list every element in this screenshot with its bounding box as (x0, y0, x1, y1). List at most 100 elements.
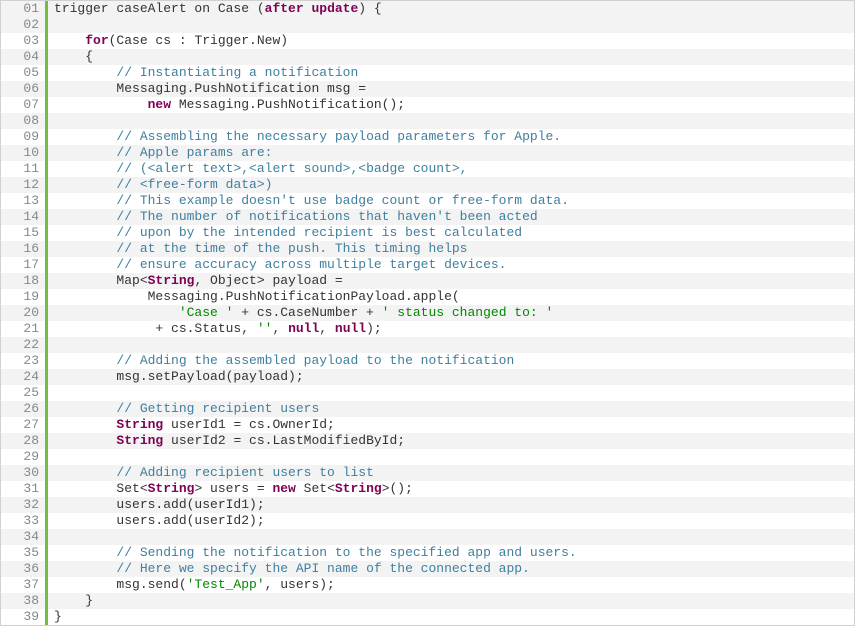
code-line: 38 } (1, 593, 854, 609)
token-kw: null (288, 321, 319, 336)
token-st: '' (257, 321, 273, 336)
line-number: 34 (1, 529, 45, 545)
code-content: + cs.Status, '', null, null); (48, 321, 854, 337)
token-pl: { (54, 49, 93, 64)
token-cm: // Getting recipient users (116, 401, 319, 416)
token-cm: // Adding recipient users to list (116, 465, 373, 480)
code-content: // upon by the intended recipient is bes… (48, 225, 854, 241)
code-content: Set<String> users = new Set<String>(); (48, 481, 854, 497)
token-pl: , (319, 321, 335, 336)
code-line: 02 (1, 17, 854, 33)
code-content: trigger caseAlert on Case (after update)… (48, 1, 854, 17)
code-line: 37 msg.send('Test_App', users); (1, 577, 854, 593)
token-pl: userId1 = cs.OwnerId; (163, 417, 335, 432)
code-content: { (48, 49, 854, 65)
code-content: // Assembling the necessary payload para… (48, 129, 854, 145)
token-pl: msg.setPayload(payload); (54, 369, 304, 384)
line-number: 01 (1, 1, 45, 17)
line-number: 31 (1, 481, 45, 497)
code-content (48, 529, 854, 545)
code-line: 09 // Assembling the necessary payload p… (1, 129, 854, 145)
token-pl (54, 465, 116, 480)
token-pl: Messaging.PushNotification msg = (54, 81, 366, 96)
code-line: 20 'Case ' + cs.CaseNumber + ' status ch… (1, 305, 854, 321)
code-line: 15 // upon by the intended recipient is … (1, 225, 854, 241)
token-kw: String (116, 433, 163, 448)
code-content: // Here we specify the API name of the c… (48, 561, 854, 577)
code-content (48, 113, 854, 129)
token-pl: >(); (382, 481, 413, 496)
token-pl (54, 545, 116, 560)
code-content: // <free-form data>) (48, 177, 854, 193)
line-number: 39 (1, 609, 45, 625)
token-pl (54, 177, 116, 192)
token-pl: users.add(userId2); (54, 513, 265, 528)
token-kw: new (272, 481, 295, 496)
code-line: 34 (1, 529, 854, 545)
token-pl (54, 417, 116, 432)
token-kw: null (335, 321, 366, 336)
token-kw: String (335, 481, 382, 496)
line-number: 21 (1, 321, 45, 337)
line-number: 29 (1, 449, 45, 465)
code-line: 36 // Here we specify the API name of th… (1, 561, 854, 577)
code-line: 04 { (1, 49, 854, 65)
line-number: 09 (1, 129, 45, 145)
line-number: 14 (1, 209, 45, 225)
code-line: 22 (1, 337, 854, 353)
code-content (48, 385, 854, 401)
token-pl (54, 561, 116, 576)
token-pl: , users); (265, 577, 335, 592)
token-st: 'Test_App' (187, 577, 265, 592)
token-kw: for (85, 33, 108, 48)
token-kw: after (265, 1, 304, 16)
token-cm: // (<alert text>,<alert sound>,<badge co… (116, 161, 467, 176)
line-number: 36 (1, 561, 45, 577)
code-line: 26 // Getting recipient users (1, 401, 854, 417)
line-number: 03 (1, 33, 45, 49)
line-number: 15 (1, 225, 45, 241)
code-line: 03 for(Case cs : Trigger.New) (1, 33, 854, 49)
token-cm: // Instantiating a notification (116, 65, 358, 80)
token-pl (54, 33, 85, 48)
code-content: // Sending the notification to the speci… (48, 545, 854, 561)
code-content: // at the time of the push. This timing … (48, 241, 854, 257)
token-kw: new (148, 97, 171, 112)
line-number: 04 (1, 49, 45, 65)
token-pl (54, 145, 116, 160)
token-cm: // Assembling the necessary payload para… (116, 129, 561, 144)
token-cm: // ensure accuracy across multiple targe… (116, 257, 506, 272)
token-pl (54, 433, 116, 448)
token-pl: (Case cs : Trigger.New) (109, 33, 288, 48)
code-content: new Messaging.PushNotification(); (48, 97, 854, 113)
code-content: // Instantiating a notification (48, 65, 854, 81)
token-pl (54, 129, 116, 144)
token-pl (54, 353, 116, 368)
token-pl: ) { (358, 1, 381, 16)
line-number: 20 (1, 305, 45, 321)
code-line: 14 // The number of notifications that h… (1, 209, 854, 225)
line-number: 10 (1, 145, 45, 161)
code-line: 05 // Instantiating a notification (1, 65, 854, 81)
line-number: 16 (1, 241, 45, 257)
token-cm: // The number of notifications that have… (116, 209, 537, 224)
line-number: 06 (1, 81, 45, 97)
token-st: 'Case ' (179, 305, 234, 320)
code-line: 27 String userId1 = cs.OwnerId; (1, 417, 854, 433)
line-number: 17 (1, 257, 45, 273)
line-number: 30 (1, 465, 45, 481)
token-pl: Messaging.PushNotificationPayload.apple( (54, 289, 460, 304)
code-line: 01trigger caseAlert on Case (after updat… (1, 1, 854, 17)
token-pl (54, 65, 116, 80)
code-content: users.add(userId2); (48, 513, 854, 529)
line-number: 12 (1, 177, 45, 193)
code-content: Messaging.PushNotification msg = (48, 81, 854, 97)
line-number: 35 (1, 545, 45, 561)
code-line: 11 // (<alert text>,<alert sound>,<badge… (1, 161, 854, 177)
token-pl: , Object> payload = (194, 273, 342, 288)
code-line: 23 // Adding the assembled payload to th… (1, 353, 854, 369)
token-pl: > users = (194, 481, 272, 496)
token-pl: } (54, 609, 62, 624)
token-cm: // <free-form data>) (116, 177, 272, 192)
token-cm: // Apple params are: (116, 145, 272, 160)
